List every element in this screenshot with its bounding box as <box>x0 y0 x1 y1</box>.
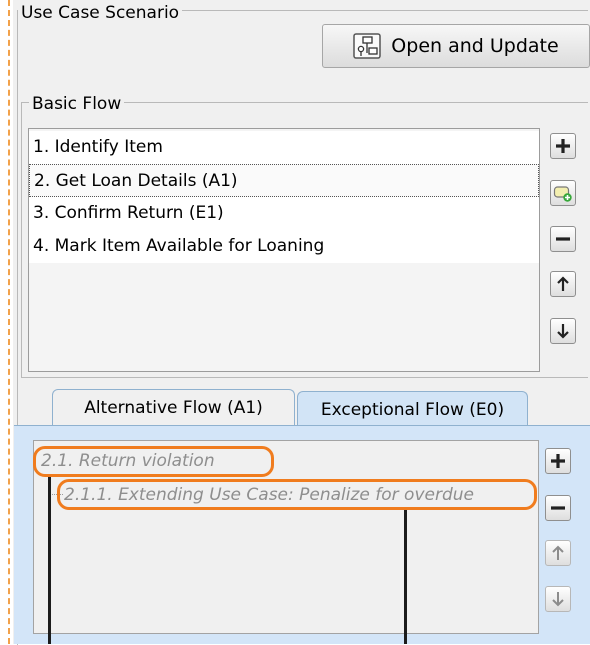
add-alternative-step-button[interactable] <box>545 448 571 474</box>
add-icon <box>556 139 570 153</box>
remove-icon <box>556 237 570 241</box>
remove-step-button[interactable] <box>550 226 576 252</box>
move-down-icon <box>557 324 569 339</box>
list-item-selected[interactable]: 2. Get Loan Details (A1) <box>29 164 539 197</box>
callout-line <box>48 477 51 644</box>
tab-exceptional-flow[interactable]: Exceptional Flow (E0) <box>297 391 528 427</box>
add-alternative-icon <box>553 186 572 202</box>
move-up-icon <box>552 545 564 560</box>
remove-alternative-step-button[interactable] <box>545 495 571 521</box>
basic-flow-list[interactable]: 1. Identify Item 2. Get Loan Details (A1… <box>28 128 540 372</box>
move-alternative-step-up-button[interactable] <box>545 540 571 566</box>
move-alternative-step-down-button[interactable] <box>545 586 571 612</box>
move-step-down-button[interactable] <box>550 318 576 344</box>
list-item[interactable]: 1. Identify Item <box>29 131 539 164</box>
highlight-oval <box>57 479 537 510</box>
callout-line <box>404 510 407 644</box>
frame-boundary <box>8 0 10 644</box>
list-item[interactable]: 3. Confirm Return (E1) <box>29 197 539 230</box>
highlight-oval <box>33 446 274 477</box>
move-down-icon <box>552 592 564 607</box>
add-alternative-flow-button[interactable] <box>550 180 576 206</box>
basic-flow-title: Basic Flow <box>29 94 125 114</box>
move-step-up-button[interactable] <box>550 271 576 297</box>
remove-icon <box>551 506 565 510</box>
use-case-scenario-title: Use Case Scenario <box>18 3 183 23</box>
add-icon <box>551 454 565 468</box>
diagram-icon <box>353 33 382 59</box>
add-step-button[interactable] <box>550 133 576 159</box>
move-up-icon <box>557 276 569 291</box>
tab-alternative-flow[interactable]: Alternative Flow (A1) <box>52 389 295 425</box>
open-and-update-button[interactable]: Open and Update <box>322 24 590 68</box>
open-and-update-label: Open and Update <box>391 35 559 57</box>
list-item[interactable]: 4. Mark Item Available for Loaning <box>29 230 539 263</box>
